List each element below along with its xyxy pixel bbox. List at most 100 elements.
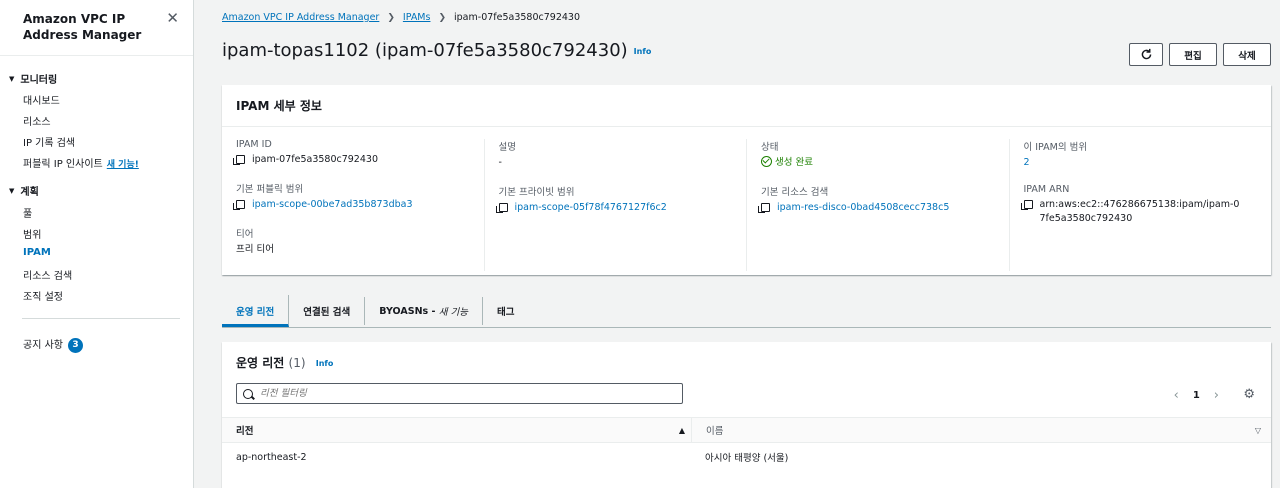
sidebar-header: Amazon VPC IP Address Manager ✕ (0, 0, 193, 56)
status-value: 생성 완료 (775, 157, 813, 168)
copy-icon[interactable] (758, 203, 770, 213)
table-row: ap-northeast-2 아시아 태평양 (서울) (222, 444, 1271, 470)
chevron-right-icon: ❯ (387, 12, 395, 23)
section-label: 계획 (20, 187, 39, 198)
caret-down-icon: ▼ (9, 186, 15, 195)
regions-heading-text: 운영 리전 (236, 356, 285, 370)
breadcrumb: Amazon VPC IP Address Manager ❯ IPAMs ❯ … (222, 12, 580, 23)
page-title: ipam-topas1102 (ipam-07fe5a3580c792430) I… (222, 40, 651, 61)
info-link[interactable]: Info (634, 47, 652, 56)
sidebar-item-scopes[interactable]: 범위 (23, 226, 41, 241)
sort-descending-icon: ▽ (1254, 425, 1261, 435)
delete-button[interactable]: 삭제 (1223, 43, 1271, 66)
search-icon (243, 388, 253, 399)
details-grid: IPAM ID ipam-07fe5a3580c792430 기본 퍼블릭 범위… (222, 127, 1271, 281)
chevron-right-icon[interactable]: › (1214, 388, 1219, 403)
sidebar-item-org-settings[interactable]: 조직 설정 (23, 288, 63, 303)
sidebar-item-label: 공지 사항 (23, 340, 63, 351)
operating-regions-panel: 운영 리전 (1) Info ‹ 1 › ⚙ 리전 ▲ 이름 ▽ ap-nort… (222, 342, 1271, 488)
breadcrumb-root-link[interactable]: Amazon VPC IP Address Manager (222, 12, 379, 23)
sidebar-item-resources[interactable]: 리소스 (23, 113, 51, 128)
field-label: 기본 프라이빗 범위 (498, 187, 575, 198)
side-navigation: Amazon VPC IP Address Manager ✕ ▼ 모니터링 대… (0, 0, 194, 488)
sidebar-title[interactable]: Amazon VPC IP Address Manager (23, 11, 153, 43)
info-link[interactable]: Info (316, 359, 334, 368)
field-label: 기본 리소스 검색 (761, 187, 829, 198)
tab-associated-discoveries[interactable]: 연결된 검색 (289, 297, 366, 325)
regions-count: (1) (288, 356, 306, 370)
tab-list: 운영 리전 연결된 검색 BYOASNs - 새 기능 태그 (222, 295, 1271, 328)
field-private-scope: 기본 프라이빗 범위 ipam-scope-05f78f4767127f6c2 (495, 184, 733, 215)
header-actions: 편집 삭제 (1129, 43, 1271, 66)
tab-label: BYOASNs - (379, 305, 436, 317)
refresh-icon (1141, 48, 1151, 60)
column-header-label: 이름 (706, 426, 724, 437)
refresh-button[interactable] (1129, 43, 1163, 66)
sidebar-item-public-ip-insights[interactable]: 퍼블릭 IP 인사이트 새 기능! (23, 155, 139, 170)
sidebar-item-notices[interactable]: 공지 사항 3 (23, 336, 83, 353)
sidebar-item-dashboard[interactable]: 대시보드 (23, 92, 60, 107)
edit-button[interactable]: 편집 (1169, 43, 1217, 66)
chevron-right-icon: ❯ (438, 12, 447, 23)
region-filter-field[interactable] (236, 383, 683, 404)
copy-icon[interactable] (233, 155, 245, 165)
sidebar-item-label: 퍼블릭 IP 인사이트 (23, 159, 103, 170)
details-column: 이 IPAM의 범위 2 IPAM ARN arn:aws:ec2::47628… (1008, 139, 1272, 271)
field-label: 기본 퍼블릭 범위 (236, 184, 304, 195)
details-column: 설명 - 기본 프라이빗 범위 ipam-scope-05f78f4767127… (483, 139, 747, 271)
field-status: 상태 생성 완료 (761, 139, 995, 170)
field-tier: 티어 프리 티어 (236, 226, 470, 257)
field-arn: IPAM ARN arn:aws:ec2::476286675138:ipam/… (1020, 184, 1258, 226)
details-column: 상태 생성 완료 기본 리소스 검색 ipam-res-disco-0bad45… (746, 139, 1009, 271)
field-resource-discovery: 기본 리소스 검색 ipam-res-disco-0bad4508cecc738… (758, 184, 995, 215)
caret-down-icon: ▼ (9, 74, 15, 83)
page-title-text: ipam-topas1102 (ipam-07fe5a3580c792430) (222, 40, 628, 61)
cell-name: 아시아 태평양 (서울) (705, 453, 789, 464)
regions-heading: 운영 리전 (1) Info (222, 342, 1271, 378)
column-header-region[interactable]: 리전 ▲ (222, 418, 691, 442)
pagination: ‹ 1 › (1174, 388, 1219, 403)
cell-region: ap-northeast-2 (236, 451, 307, 463)
scopes-count-link[interactable]: 2 (1024, 156, 1030, 170)
gear-icon[interactable]: ⚙ (1243, 387, 1255, 402)
sidebar-divider (22, 318, 180, 319)
tab-new-suffix: 새 기능 (438, 307, 468, 318)
sidebar-item-pools[interactable]: 풀 (23, 205, 32, 220)
sidebar-item-ipam[interactable]: IPAM (23, 247, 51, 258)
sidebar-item-ip-history[interactable]: IP 기록 검색 (23, 134, 75, 149)
chevron-left-icon[interactable]: ‹ (1174, 388, 1179, 403)
field-public-scope: 기본 퍼블릭 범위 ipam-scope-00be7ad35b873dba3 (233, 181, 470, 212)
tab-byoasns[interactable]: BYOASNs - 새 기능 (365, 297, 483, 325)
field-label: IPAM ID (236, 139, 272, 150)
new-feature-badge: 새 기능! (106, 160, 139, 170)
copy-icon[interactable] (233, 200, 245, 210)
copy-icon[interactable] (495, 203, 508, 213)
column-header-label: 리전 (236, 426, 254, 437)
region-filter-input[interactable] (260, 388, 660, 399)
close-icon[interactable]: ✕ (166, 10, 179, 26)
resource-discovery-link[interactable]: ipam-res-disco-0bad4508cecc738c5 (777, 201, 949, 215)
sidebar-item-resource-discovery[interactable]: 리소스 검색 (23, 267, 72, 282)
tier-value: 프리 티어 (236, 244, 274, 255)
column-header-name[interactable]: 이름 ▽ (691, 418, 1271, 442)
sidebar-section-planning[interactable]: ▼ 계획 (9, 183, 39, 199)
tab-operating-regions[interactable]: 운영 리전 (222, 295, 290, 327)
field-description: 설명 - (499, 139, 733, 170)
breadcrumb-ipams-link[interactable]: IPAMs (403, 12, 431, 23)
notification-count-badge: 3 (67, 337, 83, 353)
private-scope-link[interactable]: ipam-scope-05f78f4767127f6c2 (515, 201, 667, 215)
status-success-icon (761, 156, 772, 167)
description-value: - (498, 157, 502, 168)
page-number[interactable]: 1 (1193, 390, 1200, 401)
copy-icon[interactable] (1020, 200, 1033, 210)
field-label: 상태 (761, 142, 779, 153)
tab-tags[interactable]: 태그 (483, 297, 528, 325)
field-label: 설명 (498, 142, 516, 153)
field-scopes: 이 IPAM의 범위 2 (1024, 139, 1258, 170)
field-label: 이 IPAM의 범위 (1023, 142, 1088, 153)
sidebar-section-monitoring[interactable]: ▼ 모니터링 (9, 71, 58, 87)
public-scope-link[interactable]: ipam-scope-00be7ad35b873dba3 (252, 198, 413, 212)
section-label: 모니터링 (20, 75, 58, 86)
ipam-id-value: ipam-07fe5a3580c792430 (252, 154, 378, 165)
ipam-details-panel: IPAM 세부 정보 IPAM ID ipam-07fe5a3580c79243… (222, 85, 1271, 275)
